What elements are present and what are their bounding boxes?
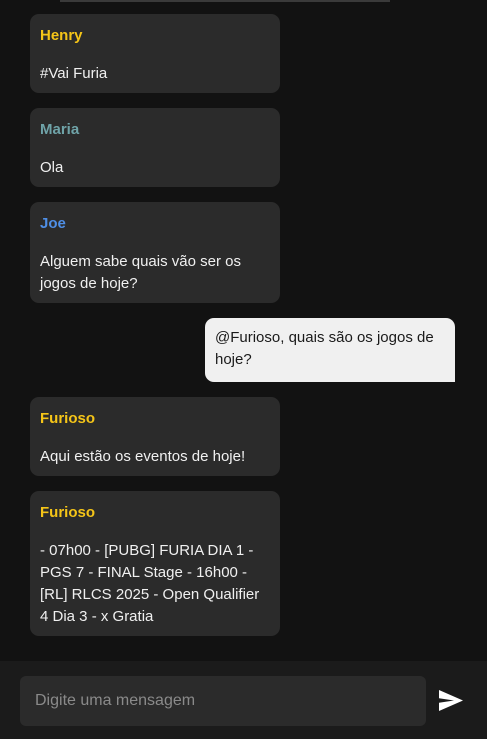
message-author: Furioso — [40, 504, 95, 521]
message-text: #Vai Furia — [40, 65, 108, 82]
message-author: Henry — [40, 27, 83, 44]
message-input[interactable] — [20, 676, 426, 726]
message-composer — [0, 661, 487, 739]
message-bubble: Henry #Vai Furia — [30, 14, 280, 93]
message-author: Joe — [40, 215, 66, 232]
message-text: @Furioso, quais são os jogos de hoje? — [215, 329, 434, 368]
chat-messages: Henry #Vai Furia Maria Ola Joe Alguem sa… — [0, 0, 487, 661]
message-author: Maria — [40, 121, 80, 138]
send-button[interactable] — [436, 685, 466, 715]
message-bubble: Maria Ola — [30, 108, 280, 187]
own-message-bubble: @Furioso, quais são os jogos de hoje? — [205, 318, 455, 382]
send-icon — [439, 689, 463, 711]
message-text: Aqui estão os eventos de hoje! — [40, 448, 246, 465]
message-text: - 07h00 - [PUBG] FURIA DIA 1 - PGS 7 - F… — [40, 542, 260, 625]
message-text: Alguem sabe quais vão ser os jogos de ho… — [40, 253, 241, 292]
message-text: Ola — [40, 159, 64, 176]
message-bubble: Furioso Aqui estão os eventos de hoje! — [30, 397, 280, 476]
message-author: Furioso — [40, 410, 95, 427]
message-bubble: Furioso - 07h00 - [PUBG] FURIA DIA 1 - P… — [30, 491, 280, 636]
message-bubble: Joe Alguem sabe quais vão ser os jogos d… — [30, 202, 280, 303]
divider — [60, 0, 390, 2]
